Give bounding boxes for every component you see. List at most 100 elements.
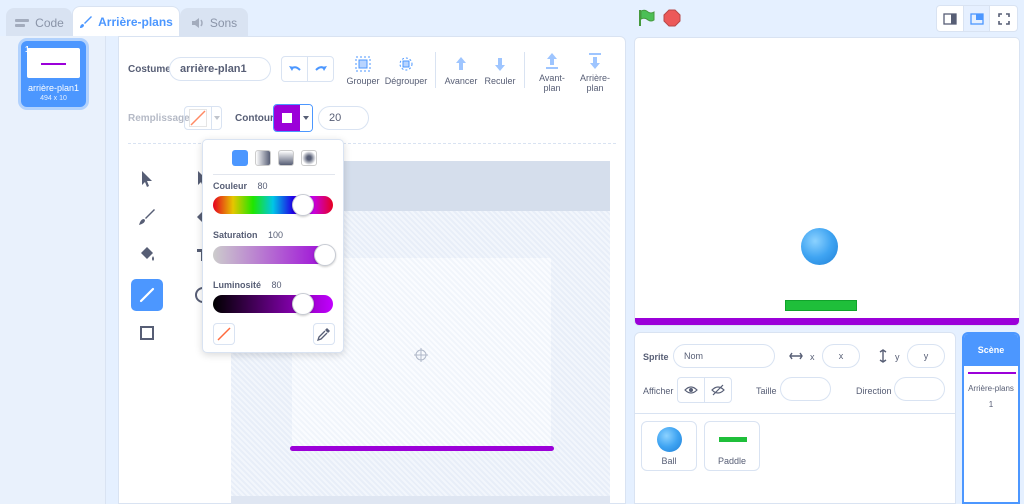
ball-icon	[657, 427, 682, 452]
backward-icon	[495, 58, 505, 71]
fill-swatch-dropdown[interactable]	[184, 106, 222, 130]
normal-stage-icon	[969, 12, 984, 25]
saturation-label: Saturation	[213, 230, 258, 240]
color-picker-popover: Couleur 80 Saturation 100 Luminosité 80	[202, 139, 344, 353]
back-button[interactable]: Arrière-plan	[575, 52, 615, 94]
no-color-button[interactable]	[213, 323, 235, 345]
visibility-toggle-group	[677, 377, 732, 403]
vertical-arrows-icon	[879, 349, 887, 363]
radial-gradient-button[interactable]	[301, 150, 317, 166]
show-button[interactable]	[678, 378, 705, 402]
front-icon	[546, 53, 558, 69]
sprite-name-placeholder: Nom	[684, 351, 704, 361]
speaker-icon	[191, 17, 203, 28]
stage[interactable]	[634, 37, 1020, 326]
rectangle-tool[interactable]	[131, 317, 163, 349]
fill-swatch	[185, 107, 211, 129]
fill-tool[interactable]	[131, 239, 163, 271]
color-value: 80	[257, 181, 268, 191]
paint-bucket-icon	[141, 247, 154, 261]
direction-input[interactable]	[894, 377, 945, 401]
small-stage-button[interactable]	[937, 6, 964, 31]
brightness-value: 80	[271, 280, 282, 290]
undo-icon	[288, 66, 301, 71]
outline-width-value: 20	[329, 112, 342, 124]
costume-label: Costume	[128, 64, 171, 75]
horizontal-gradient-button[interactable]	[255, 150, 271, 166]
view-mode-group	[936, 5, 1018, 32]
purple-line-shape[interactable]	[290, 446, 554, 451]
paddle-sprite[interactable]	[785, 300, 857, 311]
no-color-icon	[217, 327, 231, 341]
size-label: Taille	[756, 386, 777, 396]
normal-stage-button[interactable]	[963, 6, 991, 31]
small-stage-icon	[943, 12, 957, 25]
costume-name-input[interactable]: arrière-plan1	[169, 57, 271, 81]
brush-tool[interactable]	[131, 201, 163, 233]
group-label: Grouper	[346, 76, 380, 86]
undo-redo-group	[281, 56, 334, 82]
rectangle-icon	[140, 326, 154, 340]
undo-button[interactable]	[282, 57, 308, 81]
ungroup-button[interactable]: Dégrouper	[384, 55, 428, 86]
tab-sounds[interactable]: Sons	[180, 8, 248, 36]
y-label: y	[895, 352, 900, 362]
line-icon	[139, 287, 155, 303]
sprite-ball-name: Ball	[661, 456, 677, 466]
tab-code[interactable]: Code	[6, 8, 72, 36]
fullscreen-button[interactable]	[990, 6, 1017, 31]
brightness-label-row: Luminosité 80	[213, 280, 282, 290]
stop-icon[interactable]	[663, 9, 681, 27]
y-input[interactable]: y	[907, 344, 945, 368]
brightness-slider[interactable]	[213, 295, 333, 313]
tab-backdrops[interactable]: Arrière-plans	[72, 6, 180, 36]
vertical-gradient-button[interactable]	[278, 150, 294, 166]
backward-button[interactable]: Reculer	[482, 55, 518, 86]
chevron-down-icon	[213, 116, 220, 120]
tab-code-label: Code	[35, 15, 64, 30]
forward-icon	[456, 57, 466, 70]
hide-button[interactable]	[705, 378, 731, 402]
color-slider[interactable]	[213, 196, 333, 214]
fill-arrow	[211, 107, 221, 129]
stage-selector-title: Scène	[977, 345, 1005, 355]
costume-preview	[27, 48, 80, 78]
saturation-label-row: Saturation 100	[213, 230, 283, 240]
direction-label: Direction	[856, 386, 892, 396]
y-placeholder: y	[923, 351, 929, 361]
chevron-down-icon	[303, 116, 309, 120]
ball-sprite[interactable]	[801, 228, 838, 265]
sprite-paddle-name: Paddle	[717, 456, 747, 466]
sprite-tile-paddle[interactable]: Paddle	[704, 421, 760, 471]
toolbar-divider-2	[524, 52, 525, 88]
color-label-row: Couleur 80	[213, 181, 268, 191]
outline-arrow	[300, 105, 312, 131]
costume-thumbnail[interactable]: 1 arrière-plan1 494 x 10	[21, 41, 86, 107]
sprite-name-input[interactable]: Nom	[673, 344, 775, 368]
forward-button[interactable]: Avancer	[442, 55, 480, 86]
green-flag-icon[interactable]	[637, 9, 655, 27]
brightness-slider-knob[interactable]	[292, 293, 314, 315]
saturation-slider-knob[interactable]	[314, 244, 336, 266]
outline-width-input[interactable]: 20	[318, 106, 369, 130]
size-input[interactable]	[780, 377, 831, 401]
sprite-tile-ball[interactable]: Ball	[641, 421, 697, 471]
redo-button[interactable]	[308, 57, 333, 81]
outline-swatch-dropdown[interactable]	[273, 104, 313, 132]
arrow-pointer-icon	[142, 171, 152, 187]
group-button[interactable]: Grouper	[344, 55, 382, 86]
line-tool[interactable]	[131, 279, 163, 311]
eyedropper-button[interactable]	[313, 323, 335, 345]
outline-swatch-inner	[282, 113, 292, 123]
horizontal-arrows-icon	[789, 352, 803, 360]
toolbar-divider	[435, 52, 436, 88]
stage-selector[interactable]: Scène Arrière-plans 1	[962, 332, 1020, 504]
select-tool[interactable]	[131, 163, 163, 195]
front-button[interactable]: Avant-plan	[534, 52, 570, 94]
brightness-label: Luminosité	[213, 280, 262, 290]
x-input[interactable]: x	[822, 344, 860, 368]
stage-thumb-line	[968, 372, 1016, 374]
solid-mode-button[interactable]	[232, 150, 248, 166]
x-placeholder: x	[838, 351, 844, 361]
color-slider-knob[interactable]	[292, 194, 314, 216]
